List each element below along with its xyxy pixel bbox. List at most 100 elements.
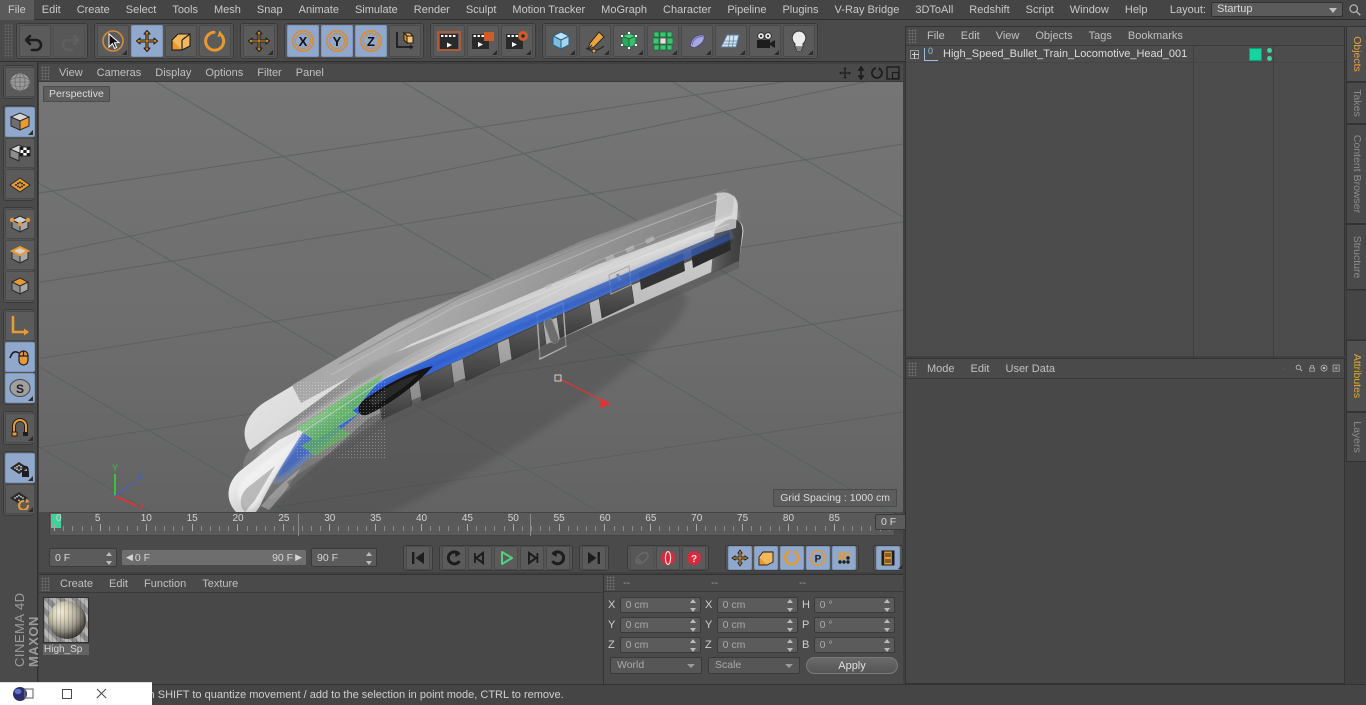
material-menu-create[interactable]: Create — [52, 575, 101, 593]
tool-expand-corner[interactable] — [706, 49, 711, 55]
menu-item-create[interactable]: Create — [69, 0, 118, 20]
menu-item-help[interactable]: Help — [1117, 0, 1156, 20]
layout-dropdown[interactable]: Startup — [1211, 2, 1343, 17]
render-view-button[interactable] — [433, 24, 465, 57]
coordinates-panel-grip[interactable] — [606, 576, 615, 590]
camera-button[interactable] — [749, 24, 781, 57]
viewport-menu-options[interactable]: Options — [198, 64, 250, 82]
edge-mode-button[interactable] — [5, 240, 35, 270]
keyframe-selection-button[interactable]: ? — [682, 545, 706, 570]
point-mode-button[interactable] — [5, 209, 35, 239]
size-x-input[interactable]: 0 cm — [716, 596, 798, 613]
timeline-range-slider[interactable]: ◀ 0 F 90 F ▶ — [121, 549, 307, 566]
zoom-view-icon[interactable] — [854, 65, 868, 80]
pan-view-icon[interactable] — [838, 66, 852, 80]
snap-settings-button[interactable]: S — [5, 373, 35, 403]
texture-mode-button[interactable] — [5, 138, 35, 168]
attributes-menu-user-data[interactable]: User Data — [998, 359, 1064, 379]
rot-b-input[interactable]: 0 ° — [813, 636, 895, 653]
attributes-menu-mode[interactable]: Mode — [919, 359, 963, 379]
record-keyframe-button[interactable] — [656, 545, 680, 570]
rot-p-spinner[interactable] — [884, 618, 891, 632]
pos-x-spinner[interactable] — [690, 598, 697, 612]
menu-item-tools[interactable]: Tools — [164, 0, 206, 20]
go-to-end-button[interactable] — [582, 545, 606, 570]
generator-nurbs-button[interactable] — [613, 24, 645, 57]
menu-item-file[interactable]: File — [0, 0, 34, 20]
object-panel-grip[interactable] — [908, 29, 917, 43]
autokeying-button[interactable] — [630, 545, 654, 570]
pos-x-input[interactable]: 0 cm — [619, 596, 701, 613]
menu-item-plugins[interactable]: Plugins — [774, 0, 826, 20]
menu-item-sculpt[interactable]: Sculpt — [458, 0, 505, 20]
target-icon[interactable] — [1320, 364, 1328, 372]
object-menu-view[interactable]: View — [988, 27, 1028, 46]
attributes-menu-edit[interactable]: Edit — [963, 359, 998, 379]
tool-expand-corner[interactable] — [268, 49, 273, 55]
lock-icon[interactable] — [1308, 364, 1316, 372]
axis-lock-y-button[interactable]: Y — [321, 24, 353, 57]
tool-expand-corner[interactable] — [898, 565, 902, 569]
size-x-spinner[interactable] — [787, 598, 794, 612]
viewport-menu-view[interactable]: View — [52, 64, 90, 82]
play-forwards-button[interactable] — [546, 545, 570, 570]
workplane-mode-button[interactable] — [5, 169, 35, 199]
tab-objects[interactable]: Objects — [1346, 26, 1366, 82]
material-menu-texture[interactable]: Texture — [194, 575, 246, 593]
tool-expand-corner[interactable] — [638, 49, 643, 55]
tool-expand-corner[interactable] — [526, 49, 531, 55]
new-panel-icon[interactable] — [1332, 364, 1340, 372]
workplane-lock-button[interactable] — [5, 453, 35, 483]
animation-mode-button[interactable] — [876, 545, 902, 570]
tab-content-browser[interactable]: Content Browser — [1346, 124, 1366, 224]
pos-z-spinner[interactable] — [690, 638, 697, 652]
render-to-picture-viewer-button[interactable] — [467, 24, 499, 57]
timeline-end-frame-field[interactable]: 90 F — [311, 548, 377, 567]
menu-item-mograph[interactable]: MoGraph — [593, 0, 655, 20]
move-tool-button[interactable] — [131, 24, 163, 57]
menu-item-motion-tracker[interactable]: Motion Tracker — [504, 0, 593, 20]
menu-item-edit[interactable]: Edit — [34, 0, 69, 20]
size-y-spinner[interactable] — [787, 618, 794, 632]
next-frame-button[interactable] — [520, 545, 544, 570]
forward-navigation-icon[interactable] — [1289, 362, 1292, 376]
object-tree[interactable]: 0 High_Speed_Bullet_Train_Locomotive_Hea… — [906, 46, 1344, 356]
menu-item-render[interactable]: Render — [406, 0, 458, 20]
toolbar-grip[interactable] — [4, 23, 13, 58]
menu-item-simulate[interactable]: Simulate — [347, 0, 406, 20]
key-position-button[interactable] — [728, 545, 752, 570]
material-menu-edit[interactable]: Edit — [101, 575, 136, 593]
tab-layers[interactable]: Layers — [1346, 412, 1366, 462]
tab-takes[interactable]: Takes — [1346, 82, 1366, 124]
menu-item-character[interactable]: Character — [655, 0, 719, 20]
menu-item-redshift[interactable]: Redshift — [961, 0, 1017, 20]
render-settings-button[interactable] — [501, 24, 533, 57]
object-menu-file[interactable]: File — [919, 27, 953, 46]
material-panel-grip[interactable] — [41, 576, 50, 591]
object-menu-bookmarks[interactable]: Bookmarks — [1120, 27, 1191, 46]
viewport-menu-filter[interactable]: Filter — [250, 64, 288, 82]
size-z-spinner[interactable] — [787, 638, 794, 652]
spline-pen-button[interactable] — [579, 24, 611, 57]
previous-frame-button[interactable] — [468, 545, 492, 570]
attributes-panel-grip[interactable] — [908, 361, 917, 376]
deformer-button[interactable] — [647, 24, 679, 57]
viewport-grip[interactable] — [41, 65, 50, 80]
timeline-left-spinner[interactable] — [106, 552, 113, 565]
object-menu-edit[interactable]: Edit — [953, 27, 988, 46]
material-tag-icon[interactable] — [1249, 48, 1262, 61]
go-to-start-button[interactable] — [406, 545, 430, 570]
tool-expand-corner[interactable] — [28, 436, 33, 441]
key-scale-button[interactable] — [754, 545, 778, 570]
material-list[interactable]: High_Sp — [39, 593, 603, 685]
size-y-input[interactable]: 0 cm — [716, 616, 798, 633]
soft-selection-button[interactable] — [5, 342, 35, 372]
visibility-dots[interactable] — [1267, 48, 1272, 61]
timeline-end-spinner[interactable] — [366, 552, 373, 565]
tab-attributes[interactable]: Attributes — [1346, 340, 1366, 412]
light-button[interactable] — [783, 24, 815, 57]
timeline-left-frame-field[interactable]: 0 F — [49, 548, 117, 567]
rot-h-spinner[interactable] — [884, 598, 891, 612]
live-selection-tool-button[interactable] — [97, 24, 129, 57]
magnet-tool-button[interactable] — [5, 413, 35, 443]
